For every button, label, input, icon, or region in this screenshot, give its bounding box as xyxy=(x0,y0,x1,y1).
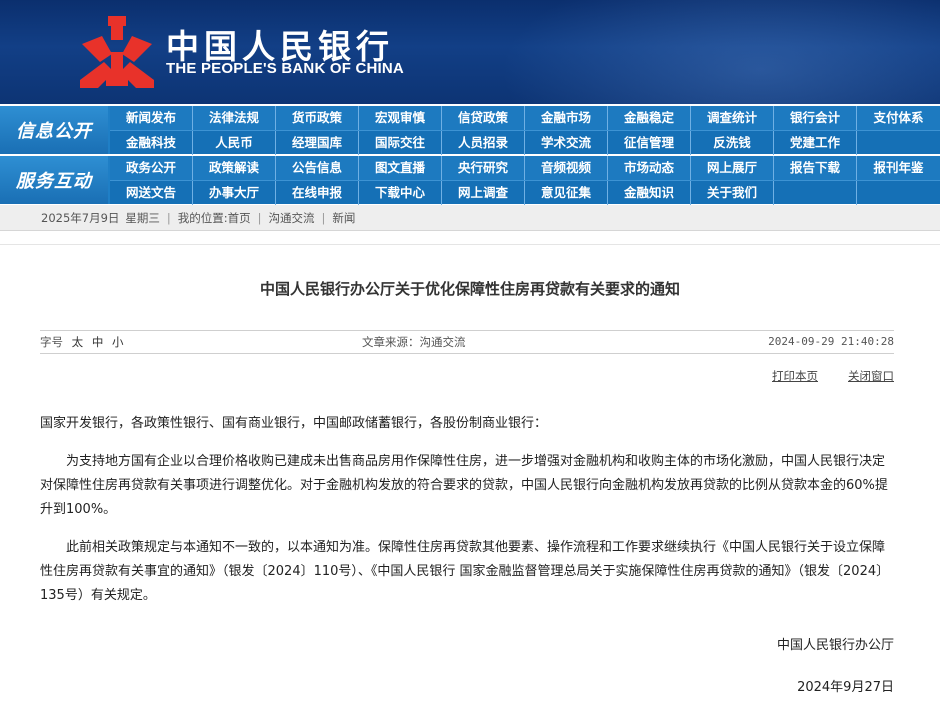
nav-info-row-1: 新闻发布 法律法规 货币政策 宏观审慎 信贷政策 金融市场 金融稳定 调查统计 … xyxy=(110,106,940,130)
current-date: 2025年7月9日 xyxy=(41,211,120,225)
font-size-label: 字号 xyxy=(40,335,63,349)
nav-service-row-2: 网送文告 办事大厅 在线申报 下载中心 网上调查 意见征集 金融知识 关于我们 xyxy=(110,180,940,205)
close-window-link[interactable]: 关闭窗口 xyxy=(848,368,894,384)
logo-english-name: THE PEOPLE'S BANK OF CHINA xyxy=(166,60,404,77)
breadcrumb: 2025年7月9日 星期三 | 我的位置: 首页 | 沟通交流 | 新闻 xyxy=(0,205,940,231)
nav-item-official-notices[interactable]: 网送文告 xyxy=(110,181,193,205)
nav-item-laws[interactable]: 法律法规 xyxy=(193,106,276,130)
nav-item-macroprudential[interactable]: 宏观审慎 xyxy=(359,106,442,130)
nav-item-financial-knowledge[interactable]: 金融知识 xyxy=(608,181,691,205)
nav-item-yearbook[interactable]: 报刊年鉴 xyxy=(857,156,940,180)
article-body: 国家开发银行，各政策性银行、国有商业银行，中国邮政储蓄银行，各股份制商业银行： … xyxy=(40,412,896,622)
nav-item-news-release[interactable]: 新闻发布 xyxy=(110,106,193,130)
nav-item-bank-accounting[interactable]: 银行会计 xyxy=(774,106,857,130)
current-weekday: 星期三 xyxy=(125,211,160,225)
nav-item-live-broadcast[interactable]: 图文直播 xyxy=(359,156,442,180)
font-small-button[interactable]: 小 xyxy=(112,335,124,349)
nav-item-statistics[interactable]: 调查统计 xyxy=(691,106,774,130)
nav-item-online-exhibition[interactable]: 网上展厅 xyxy=(691,156,774,180)
nav-item-financial-market[interactable]: 金融市场 xyxy=(525,106,608,130)
nav-item-empty xyxy=(774,181,857,205)
nav-item-research[interactable]: 央行研究 xyxy=(442,156,525,180)
article-paragraph-2: 此前相关政策规定与本通知不一致的，以本通知为准。保障性住房再贷款其他要素、操作流… xyxy=(40,540,890,603)
nav-item-treasury[interactable]: 经理国库 xyxy=(276,131,359,155)
nav-item-audio-video[interactable]: 音频视频 xyxy=(525,156,608,180)
nav-item-policy-interpretation[interactable]: 政策解读 xyxy=(193,156,276,180)
nav-item-party-building[interactable]: 党建工作 xyxy=(774,131,857,155)
article-tools: 打印本页 关闭窗口 xyxy=(772,368,894,384)
nav-item-credit-reference[interactable]: 征信管理 xyxy=(608,131,691,155)
breadcrumb-separator: | xyxy=(257,211,262,225)
nav-item-market-dynamics[interactable]: 市场动态 xyxy=(608,156,691,180)
article-salutation: 国家开发银行，各政策性银行、国有商业银行，中国邮政储蓄银行，各股份制商业银行： xyxy=(40,416,548,431)
breadcrumb-separator: | xyxy=(166,211,171,225)
pboc-emblem-icon xyxy=(80,16,154,88)
nav-item-payment-system[interactable]: 支付体系 xyxy=(857,106,940,130)
nav-service-row-1: 政务公开 政策解读 公告信息 图文直播 央行研究 音频视频 市场动态 网上展厅 … xyxy=(110,156,940,180)
nav-item-empty xyxy=(857,181,940,205)
nav-item-fintech[interactable]: 金融科技 xyxy=(110,131,193,155)
nav-item-download-center[interactable]: 下载中心 xyxy=(359,181,442,205)
article-source: 文章来源：沟通交流 xyxy=(362,335,466,349)
font-medium-button[interactable]: 中 xyxy=(92,335,104,349)
article-datetime: 2024-09-29 21:40:28 xyxy=(768,335,894,348)
font-size-controls: 字号 太 中 小 xyxy=(40,331,123,353)
nav-item-anti-money-laundering[interactable]: 反洗钱 xyxy=(691,131,774,155)
nav-item-academic[interactable]: 学术交流 xyxy=(525,131,608,155)
site-header: 中国人民银行 THE PEOPLE'S BANK OF CHINA xyxy=(0,0,940,104)
article-meta-bar: 字号 太 中 小 文章来源：沟通交流 2024-09-29 21:40:28 xyxy=(40,330,894,354)
nav-item-credit-policy[interactable]: 信贷政策 xyxy=(442,106,525,130)
nav-item-monetary-policy[interactable]: 货币政策 xyxy=(276,106,359,130)
nav-item-rmb[interactable]: 人民币 xyxy=(193,131,276,155)
breadcrumb-separator: | xyxy=(321,211,326,225)
nav-service-label: 服务互动 xyxy=(0,156,108,204)
nav-item-service-hall[interactable]: 办事大厅 xyxy=(193,181,276,205)
nav-item-announcements[interactable]: 公告信息 xyxy=(276,156,359,180)
location-prefix: 我的位置: xyxy=(177,211,228,225)
article-signature: 中国人民银行办公厅 xyxy=(776,638,894,653)
header-glow xyxy=(500,0,940,104)
nav-item-empty xyxy=(857,131,940,155)
nav-item-online-filing[interactable]: 在线申报 xyxy=(276,181,359,205)
breadcrumb-home[interactable]: 首页 xyxy=(228,205,251,230)
nav-item-recruitment[interactable]: 人员招录 xyxy=(442,131,525,155)
nav-item-opinion-collection[interactable]: 意见征集 xyxy=(525,181,608,205)
print-page-link[interactable]: 打印本页 xyxy=(772,368,818,384)
article-paragraph-1: 为支持地方国有企业以合理价格收购已建成未出售商品房用作保障性住房，进一步增强对金… xyxy=(40,454,888,517)
nav-item-financial-stability[interactable]: 金融稳定 xyxy=(608,106,691,130)
nav-service-interaction: 服务互动 政务公开 政策解读 公告信息 图文直播 央行研究 音频视频 市场动态 … xyxy=(0,156,940,205)
nav-item-about-us[interactable]: 关于我们 xyxy=(691,181,774,205)
nav-info-rows: 新闻发布 法律法规 货币政策 宏观审慎 信贷政策 金融市场 金融稳定 调查统计 … xyxy=(110,106,940,155)
nav-item-international[interactable]: 国际交往 xyxy=(359,131,442,155)
article-title: 中国人民银行办公厅关于优化保障性住房再贷款有关要求的通知 xyxy=(259,280,680,298)
nav-info-disclosure: 信息公开 新闻发布 法律法规 货币政策 宏观审慎 信贷政策 金融市场 金融稳定 … xyxy=(0,106,940,155)
nav-service-rows: 政务公开 政策解读 公告信息 图文直播 央行研究 音频视频 市场动态 网上展厅 … xyxy=(110,156,940,205)
nav-info-row-2: 金融科技 人民币 经理国库 国际交往 人员招录 学术交流 征信管理 反洗钱 党建… xyxy=(110,130,940,155)
article-sign-date: 2024年9月27日 xyxy=(797,680,894,695)
nav-item-report-download[interactable]: 报告下载 xyxy=(774,156,857,180)
nav-info-label: 信息公开 xyxy=(0,106,108,154)
nav-item-government-affairs[interactable]: 政务公开 xyxy=(110,156,193,180)
font-large-button[interactable]: 太 xyxy=(72,335,84,349)
nav-item-online-survey[interactable]: 网上调查 xyxy=(442,181,525,205)
content-divider xyxy=(0,244,940,245)
breadcrumb-section[interactable]: 沟通交流 xyxy=(269,205,315,230)
breadcrumb-page[interactable]: 新闻 xyxy=(332,205,355,230)
